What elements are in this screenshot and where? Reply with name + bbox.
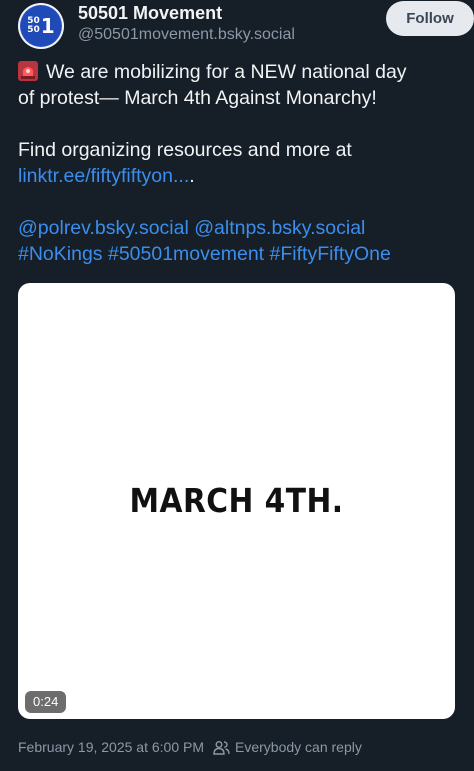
people-icon (213, 740, 230, 755)
post-header: 50 50 1 50501 Movement @50501movement.bs… (18, 0, 474, 52)
hashtag-fiftyfiftyone[interactable]: #FiftyFiftyOne (270, 243, 391, 265)
post: 50 50 1 50501 Movement @50501movement.bs… (0, 0, 474, 771)
mention-polrev[interactable]: @polrev.bsky.social (18, 217, 189, 239)
resource-link[interactable]: linktr.ee/fiftyfiftyon... (18, 165, 189, 187)
post-line-3: Find organizing resources and more at (18, 139, 352, 161)
post-line-1: We are mobilizing for a NEW national day (46, 61, 407, 83)
police-light-icon (18, 61, 38, 81)
author-handle[interactable]: @50501movement.bsky.social (78, 26, 295, 44)
avatar-logo: 50 50 1 (21, 6, 61, 46)
avatar[interactable]: 50 50 1 (18, 3, 64, 49)
post-timestamp[interactable]: February 19, 2025 at 6:00 PM (18, 739, 204, 755)
link-suffix: . (189, 165, 195, 187)
follow-button[interactable]: Follow (386, 1, 474, 36)
video-embed[interactable]: MARCH 4TH. 0:24 (18, 283, 455, 719)
video-duration-badge: 0:24 (25, 691, 67, 713)
reply-setting-label: Everybody can reply (235, 739, 362, 755)
post-line-2: of protest— March 4th Against Monarchy! (18, 87, 377, 109)
post-footer: February 19, 2025 at 6:00 PM Everybody c… (18, 737, 362, 757)
avatar-small-bottom: 50 (27, 25, 40, 35)
author-display-name[interactable]: 50501 Movement (78, 3, 222, 24)
reply-setting[interactable]: Everybody can reply (213, 739, 362, 755)
hashtag-nokings[interactable]: #NoKings (18, 243, 103, 265)
mention-altnps[interactable]: @altnps.bsky.social (194, 217, 365, 239)
video-title-text: MARCH 4TH. (129, 481, 344, 520)
post-text: We are mobilizing for a NEW national day… (18, 59, 458, 267)
avatar-big: 1 (40, 14, 55, 38)
hashtag-50501movement[interactable]: #50501movement (108, 243, 264, 265)
